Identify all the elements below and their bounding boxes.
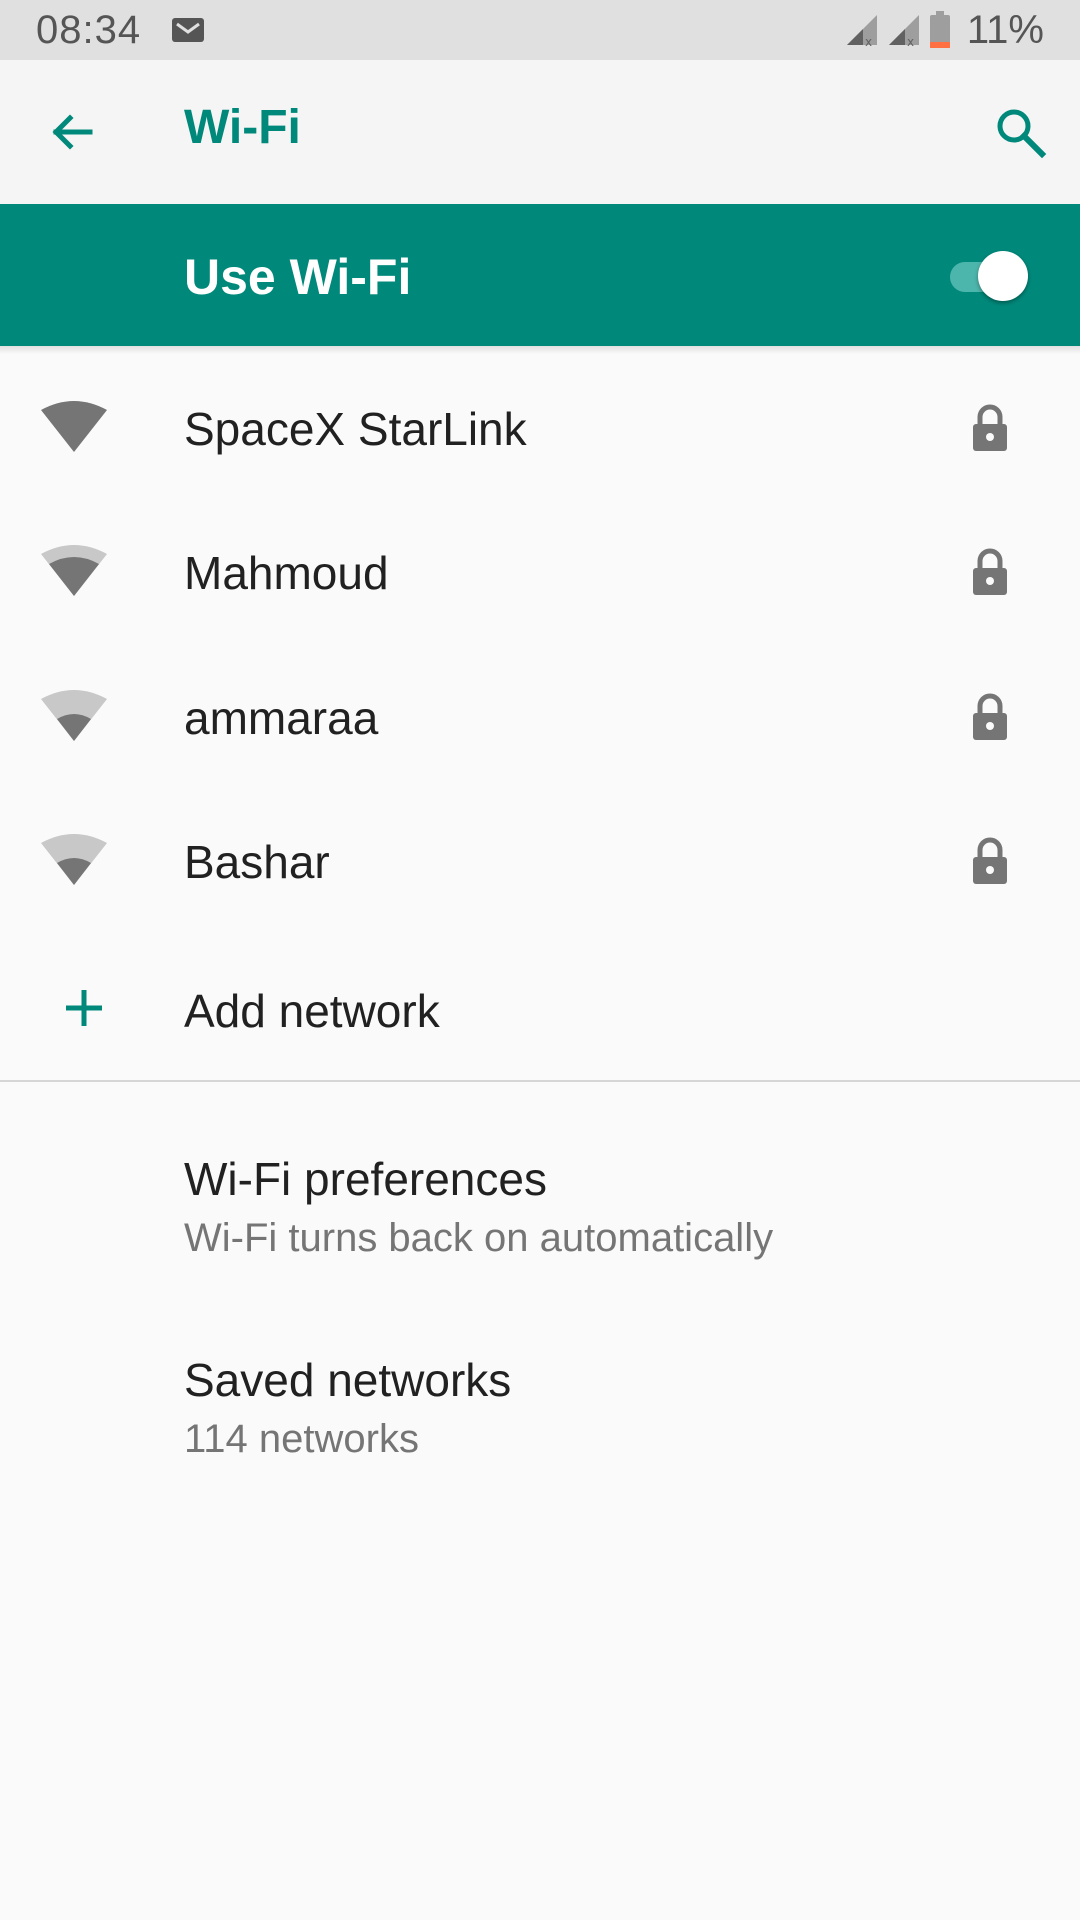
saved-networks-summary: 114 networks: [184, 1417, 419, 1461]
network-item[interactable]: Mahmoud: [0, 500, 1080, 644]
shadow-divider: [0, 346, 1080, 354]
saved-networks-title: Saved networks: [184, 1354, 512, 1406]
network-name: ammaraa: [184, 692, 379, 744]
battery-percentage: 11%: [966, 7, 1044, 52]
use-wifi-bar[interactable]: Use Wi-Fi: [0, 204, 1080, 346]
saved-networks-item[interactable]: Saved networks 114 networks: [0, 1307, 1080, 1497]
battery-icon: [929, 11, 950, 48]
network-item[interactable]: ammaraa: [0, 645, 1080, 789]
wifi-preferences-title: Wi-Fi preferences: [184, 1153, 547, 1205]
lock-icon: [973, 548, 1007, 595]
add-network-item[interactable]: Add network: [0, 938, 1080, 1082]
status-icons: x x 11%: [845, 8, 1044, 53]
signal-icon: x: [888, 15, 919, 47]
wifi-toggle[interactable]: [946, 248, 1034, 304]
lock-icon: [973, 404, 1007, 451]
svg-text:x: x: [865, 35, 872, 47]
lock-icon: [973, 837, 1007, 884]
network-item[interactable]: SpaceX StarLink: [0, 356, 1080, 500]
wifi-signal-2-icon: [41, 834, 107, 885]
svg-text:x: x: [907, 35, 914, 47]
signal-icon: x: [846, 15, 877, 47]
add-network-label: Add network: [184, 985, 440, 1037]
wifi-signal-2-icon: [41, 690, 107, 741]
arrow-back-icon[interactable]: [46, 106, 98, 158]
wifi-signal-4-icon: [41, 401, 107, 452]
status-time: 08:34: [36, 7, 142, 52]
network-name: Mahmoud: [184, 547, 389, 599]
page-title: Wi-Fi: [184, 101, 301, 154]
plus-icon: [66, 990, 102, 1026]
use-wifi-label: Use Wi-Fi: [184, 249, 412, 305]
search-icon[interactable]: [992, 104, 1048, 160]
lock-icon: [973, 693, 1007, 740]
network-item[interactable]: Bashar: [0, 789, 1080, 933]
wifi-preferences-item[interactable]: Wi-Fi preferences Wi-Fi turns back on au…: [0, 1106, 1080, 1296]
gmail-icon: [172, 18, 205, 42]
section-divider: [0, 1080, 1080, 1082]
status-bar: 08:34 x x 11%: [0, 0, 1080, 60]
app-bar: Wi-Fi: [0, 60, 1080, 204]
network-name: SpaceX StarLink: [184, 403, 527, 455]
toggle-thumb: [978, 251, 1028, 301]
network-name: Bashar: [184, 836, 330, 888]
wifi-signal-3-icon: [41, 545, 107, 596]
wifi-preferences-summary: Wi-Fi turns back on automatically: [184, 1216, 774, 1260]
